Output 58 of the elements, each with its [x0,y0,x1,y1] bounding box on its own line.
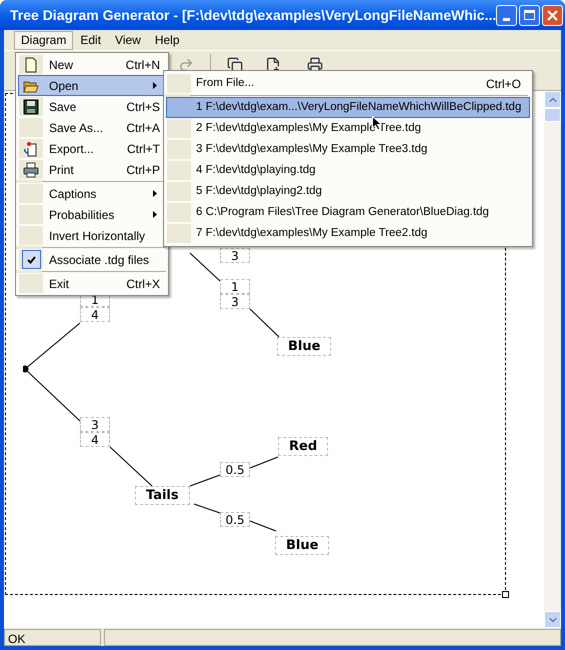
numerator-label: 1 [220,279,250,294]
probability-label: 3 [220,248,250,263]
denominator-label: 3 [220,294,250,309]
export-icon [23,140,39,156]
menu-item[interactable]: 6 C:\Program Files\Tree Diagram Generator\BlueDiag.tdg [166,202,530,223]
submenu-arrow-icon [153,190,157,197]
resize-handle[interactable] [502,591,509,598]
submenu-arrow-icon [153,211,157,218]
menu-item[interactable]: Save As... Ctrl+A [18,117,166,138]
maximize-icon [524,10,536,20]
probability-label: 0.5 [220,512,250,527]
submenu-arrow-icon [153,82,157,89]
menu-item[interactable]: Associate .tdg files [18,249,166,270]
menu-bar-item[interactable]: Help [148,30,187,50]
close-icon [547,10,558,20]
minimize-button[interactable] [496,4,518,26]
menu-bar-item[interactable]: Edit [73,30,108,50]
menu-item[interactable]: Save Ctrl+S [18,96,166,117]
menu-item[interactable]: Invert Horizontally [18,225,166,246]
menu-item[interactable]: 3 F:\dev\tdg\examples\My Example Tree3.tdg [166,139,530,160]
menu-item[interactable]: Exit Ctrl+X [18,273,166,294]
minimize-icon [503,18,510,20]
menu-item[interactable]: 5 F:\dev\tdg\playing2.tdg [166,181,530,202]
outcome-node: Blue [275,536,330,555]
menu-item[interactable]: New Ctrl+N [18,54,166,75]
status-text: OK [4,629,101,646]
vertical-scrollbar[interactable] [544,91,561,628]
menu-item[interactable]: Export... Ctrl+T [18,138,166,159]
outcome-node: Red [278,437,328,456]
menu-item[interactable]: Print Ctrl+P [18,159,166,180]
new-file-icon [23,56,39,72]
outcome-node: Blue [277,337,332,356]
maximize-button[interactable] [519,4,540,26]
close-button[interactable] [542,4,564,26]
denominator-label: 4 [80,432,110,447]
menu-bar-item[interactable]: View [108,30,148,50]
file-plus-icon [265,57,281,73]
menu-item[interactable]: 1 F:\dev\tdg\exam...\VeryLongFileNameWhichWillBeClipped.tdg [166,97,530,118]
checkbox[interactable] [22,250,40,269]
outcome-node: Tails [135,486,190,505]
menu-item[interactable]: Open [18,75,166,96]
menu-item[interactable]: Probabilities [18,204,166,225]
scroll-down-button[interactable] [544,611,561,628]
denominator-label: 4 [80,307,110,322]
window-title: Tree Diagram Generator - [F:\dev\tdg\examples\VeryLongFileNameWhic... [10,6,496,25]
probability-label: 0.5 [220,462,250,477]
scroll-thumb[interactable] [544,108,561,122]
menu-item[interactable]: 4 F:\dev\tdg\playing.tdg [166,160,530,181]
menu-item[interactable]: From File... Ctrl+O [166,73,530,94]
checkmark-icon [26,256,36,264]
menu-item[interactable]: 7 F:\dev\tdg\examples\My Example Tree2.tdg [166,223,530,244]
scroll-up-button[interactable] [544,91,561,108]
menu-bar-item[interactable]: Diagram [14,30,74,50]
menu-item[interactable]: Captions [18,183,166,204]
menu-item[interactable]: 2 F:\dev\tdg\examples\My Example Tree.tdg [166,118,530,139]
numerator-label: 3 [80,417,110,432]
printer-icon [23,162,39,178]
redo-icon [178,57,194,73]
